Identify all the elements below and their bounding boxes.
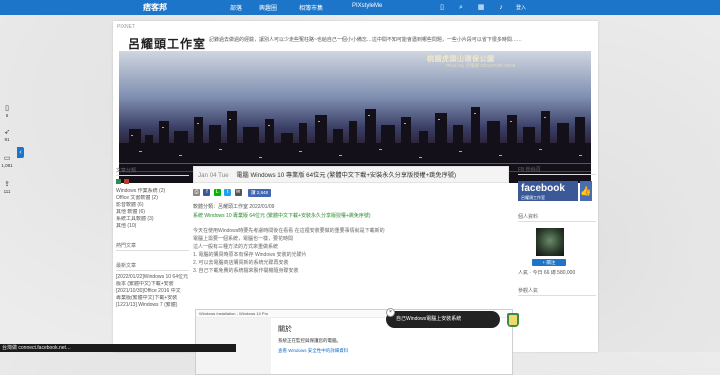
section-title-popular: 熱門文章 bbox=[116, 242, 189, 251]
category-item[interactable]: 其他 (10) bbox=[116, 223, 189, 230]
facebook-like-button[interactable]: 讚 2,848 bbox=[247, 189, 271, 197]
post-title[interactable]: 電腦 Windows 10 專業版 64位元 (繁體中文下載+安裝永久分享版授權… bbox=[236, 172, 456, 179]
post-body: 今天在使用Windows時要先考慮時間後在看看 在這裡安裝要做的重要事情就是下載… bbox=[193, 227, 509, 275]
post-paragraph: 電腦上需要一個系統，電腦也一樣，要花時間 bbox=[193, 236, 294, 242]
share-counter[interactable]: ⇪ 111 bbox=[0, 181, 14, 194]
comment-counter[interactable]: ▭ 1,081 bbox=[0, 155, 14, 168]
section-title-recent: 最新文章 bbox=[116, 262, 189, 271]
bell-icon[interactable]: ♪ bbox=[496, 3, 506, 12]
visit-stats: 人氣 · 今日 66 總 580,000 bbox=[518, 270, 576, 276]
bookmark-counter[interactable]: ▯ 6 bbox=[0, 105, 14, 118]
right-sidebar: FB 粉絲頁 facebook 呂耀頭工作室 👍 個人資料 + 關注 人氣 · … bbox=[518, 166, 596, 299]
blog-page: PIXNET 呂耀頭工作室 記錄過去做過的經驗，讓別人可以少走些冤枉路~也給自己… bbox=[113, 21, 598, 375]
top-nav-bar: 痞客邦 部落 興趣圈 相簿市集 PIXstyleMe ▯ ⌕ ▦ ♪ 登入 bbox=[0, 0, 720, 15]
line-share-icon[interactable]: L bbox=[213, 189, 221, 196]
section-title-categories: 文章分類 bbox=[116, 167, 189, 176]
post-paragraph: 今天在使用Windows時要先考慮時間後在看看 在這裡安裝要做的重要事情就是下載… bbox=[193, 228, 385, 234]
close-icon[interactable]: × bbox=[386, 308, 395, 317]
post-paragraph: 這人一般有三種方法的方式來重做系統 bbox=[193, 244, 279, 250]
facebook-wordmark: facebook bbox=[521, 183, 565, 194]
recent-post-item[interactable]: [2022/01/22]Windows 10 64位元 bbox=[116, 274, 189, 281]
post-content: Jan 04 Tue 電腦 Windows 10 專業版 64位元 (繁體中文下… bbox=[193, 166, 509, 275]
nav-interest[interactable]: 興趣圈 bbox=[259, 3, 277, 12]
recent-post-item[interactable]: [2021/10/30]Office 2016 中文 bbox=[116, 288, 189, 295]
post-paragraph: 1. 電腦的購買時原本有保存 Windows 安裝的光碟片 bbox=[193, 252, 307, 258]
post-date: Jan 04 Tue bbox=[198, 172, 229, 179]
category-item[interactable]: 其他 軟體 (6) bbox=[116, 209, 189, 216]
screenshot-link: 查看 Windows 安全性中的詳細資料 bbox=[278, 348, 349, 353]
section-title-author: 個人資料 bbox=[518, 213, 596, 222]
grid-icon[interactable]: ▦ bbox=[476, 3, 486, 12]
banner-credit: Photo By 呂耀頭 2021/07/30 19:00 bbox=[446, 63, 516, 68]
toast-text: 自己Windows電腦上安裝系統 bbox=[396, 316, 462, 322]
recent-post-item[interactable]: [1221/13] Windows 7 (繁體) bbox=[116, 302, 189, 309]
city-skyline-image bbox=[119, 107, 591, 183]
pixnet-logo[interactable]: 痞客邦 bbox=[143, 2, 167, 13]
avatar[interactable] bbox=[536, 228, 564, 256]
email-share-icon[interactable]: ✉ bbox=[234, 189, 242, 196]
category-item[interactable]: Office 文書軟體 (2) bbox=[116, 195, 189, 202]
post-paragraph: 3. 自己下載免費的系統檔來製作開機隨身碟安裝 bbox=[193, 268, 299, 274]
shopping-bag-mascot-icon[interactable] bbox=[507, 313, 519, 327]
section-title-visits: 參觀人氣 bbox=[518, 287, 596, 296]
bookmark-icon[interactable]: ▯ bbox=[437, 3, 447, 12]
print-icon[interactable]: ⎙ bbox=[193, 189, 200, 196]
facebook-fanpage-widget[interactable]: facebook 呂耀頭工作室 👍 bbox=[518, 181, 592, 201]
section-title-fb: FB 粉絲頁 bbox=[518, 166, 596, 175]
screenshot-text: 系統正在監控與保護您的電腦。 bbox=[278, 338, 341, 343]
browser-status-bar: 台灣做 connect.facebook.net… bbox=[0, 344, 236, 352]
rocket-counter[interactable]: ➶ 91 bbox=[0, 129, 14, 142]
collapse-toolbar-button[interactable]: ‹ bbox=[17, 147, 24, 158]
share-icon: ⇪ bbox=[4, 181, 10, 188]
share-bar: ⎙ f L t ✉ 讚 2,848 bbox=[193, 189, 509, 198]
post-meta: 軟體分類：呂耀頭工作室 2022/01/09 bbox=[193, 204, 275, 210]
post-paragraph: 2. 可以去電腦商店購買新的系統光碟再安裝 bbox=[193, 260, 289, 266]
nav-album-market[interactable]: 相簿市集 bbox=[299, 3, 323, 12]
category-item[interactable]: 系統工具軟體 (3) bbox=[116, 216, 189, 223]
nav-blog[interactable]: 部落 bbox=[230, 3, 242, 12]
facebook-share-icon[interactable]: f bbox=[203, 189, 211, 196]
search-icon[interactable]: ⌕ bbox=[456, 3, 466, 12]
flag-icon[interactable] bbox=[124, 179, 130, 185]
left-sidebar: 文章分類 Windows 作業系統 (2) Office 文書軟體 (2) 影音… bbox=[116, 167, 189, 309]
rocket-icon: ➶ bbox=[4, 129, 10, 136]
follow-button[interactable]: + 關注 bbox=[532, 259, 566, 266]
banner-image: 桃園虎頭山環保公園 Photo By 呂耀頭 2021/07/30 19:00 bbox=[119, 51, 591, 183]
blog-title[interactable]: 呂耀頭工作室 bbox=[128, 35, 206, 52]
breadcrumb[interactable]: PIXNET bbox=[117, 24, 135, 30]
promo-toast[interactable]: × 自己Windows電腦上安裝系統 bbox=[386, 308, 500, 328]
thumbs-up-icon: 👍 bbox=[580, 181, 592, 201]
fanpage-name: 呂耀頭工作室 bbox=[521, 195, 545, 200]
flag-icons bbox=[116, 179, 189, 185]
blog-description: 記錄過去做過的經驗，讓別人可以少走些冤枉路~也給自己一個小小備忘…這中間不知可能… bbox=[209, 37, 522, 43]
screenshot-heading: 關於 bbox=[278, 326, 292, 333]
flag-icon[interactable] bbox=[116, 179, 121, 185]
category-item[interactable]: 影音軟體 (6) bbox=[116, 202, 189, 209]
login-link[interactable]: 登入 bbox=[516, 4, 526, 11]
recent-post-item[interactable]: 版本 (繁體中文)下載+安裝 bbox=[116, 281, 189, 288]
recent-post-item[interactable]: 專業版(繁體中文)下載+安裝 bbox=[116, 295, 189, 302]
comment-icon: ▭ bbox=[3, 155, 11, 162]
nav-pixstyleme[interactable]: PIXstyleMe bbox=[352, 3, 382, 9]
category-item[interactable]: Windows 作業系統 (2) bbox=[116, 188, 189, 195]
bookmark-icon: ▯ bbox=[5, 105, 9, 112]
twitter-share-icon[interactable]: t bbox=[224, 189, 232, 196]
post-link[interactable]: 系統 Windows 10 專業版 64位元 (繁體中文下載+安裝永久分享版授權… bbox=[193, 212, 509, 219]
post-title-bar: Jan 04 Tue 電腦 Windows 10 專業版 64位元 (繁體中文下… bbox=[193, 166, 509, 183]
